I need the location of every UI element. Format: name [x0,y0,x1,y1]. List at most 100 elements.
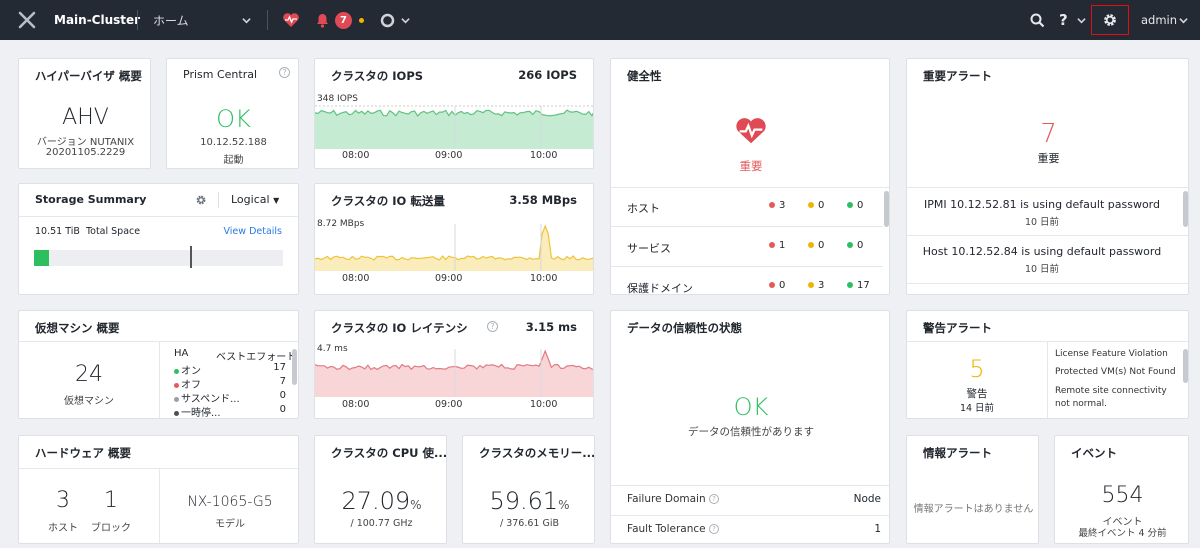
health-widget[interactable]: 健全性 重要 ホスト 3 0 0 サービス 1 0 0 保護ドメイン 0 3 1… [610,58,890,295]
health-status: 重要 [739,159,763,173]
failure-domain-value: Node [853,493,881,505]
storage-summary-widget[interactable]: Storage Summary Logical ▼ 10.51 TiB Tota… [18,183,299,295]
settings-gear-button[interactable] [1091,5,1129,35]
widget-title: 健全性 [627,69,662,83]
task-circle-icon[interactable] [380,0,395,40]
storage-threshold-marker [190,246,192,268]
chevron-down-icon[interactable] [1179,0,1188,40]
help-icon[interactable]: ? [708,494,719,504]
fault-tolerance-label: Fault Tolerance ? [627,523,719,535]
cluster-name[interactable]: Main-Cluster [54,0,140,40]
cluster-cpu-widget[interactable]: クラスタの CPU 使... 27.09% / 100.77 GHz [314,435,447,544]
vm-col-best-effort: ベストエフォート [216,352,297,363]
widget-title: Storage Summary [35,193,147,206]
time-tick: 09:00 [435,399,463,410]
widget-title: ハードウェア 概要 [35,446,132,460]
critical-alert-item[interactable]: Host 10.12.52.84 is using default passwo… [907,245,1177,275]
user-menu[interactable]: admin [1141,0,1177,40]
help-icon[interactable]: ? [1059,0,1068,40]
chevron-down-icon[interactable] [242,0,251,40]
model-label: モデル [215,519,245,530]
storage-usage-bar [34,246,283,268]
widget-title: 仮想マシン 概要 [35,321,120,335]
cluster-memory-widget[interactable]: クラスタのメモリー... 59.61% / 376.61 GiB [462,435,595,544]
red-dot-icon [174,382,179,388]
critical-label: 重要 [1037,152,1060,165]
bell-icon[interactable] [316,0,329,40]
warning-alerts-widget[interactable]: 警告アラート 5 警告 14 日前 License Feature Violat… [906,310,1189,419]
widget-title: ハイパーバイザ 概要 [35,69,142,83]
close-icon[interactable] [18,0,36,40]
info-alerts-widget[interactable]: 情報アラート 情報アラートはありません [906,435,1039,544]
critical-alert-item[interactable]: IPMI 10.12.52.81 is using default passwo… [907,198,1177,228]
warning-alert-item[interactable]: License Feature Violation [1055,349,1168,359]
prism-ip: 10.12.52.188 [200,137,267,148]
green-dot-icon [847,202,853,208]
storage-mode-select[interactable]: Logical ▼ [231,193,279,206]
events-widget[interactable]: イベント 554 イベント 最終イベント 4 分前 [1054,435,1189,544]
gear-icon[interactable] [195,194,207,206]
warning-time: 14 日前 [959,403,995,414]
yellow-dot-icon [808,202,814,208]
time-tick: 08:00 [342,273,370,284]
time-tick: 08:00 [342,150,370,161]
data-resiliency-widget[interactable]: データの信頼性の状態 OK データの信頼性があります Failure Domai… [610,310,890,544]
scrollbar[interactable] [884,191,889,227]
help-icon[interactable]: ? [708,524,719,534]
widget-title: クラスタの IO 転送量 [331,194,445,208]
grey-dot-icon [174,396,179,402]
chevron-down-icon[interactable] [1077,0,1086,40]
yellow-dot-icon [808,242,814,248]
event-last-time: 最終イベント 4 分前 [1078,528,1167,539]
health-heart-icon[interactable] [282,0,300,40]
latency-value: 3.15 ms [525,320,577,334]
widget-title: クラスタの IOPS [331,69,424,83]
memory-capacity: / 376.61 GiB [500,518,559,529]
help-icon[interactable]: ? [279,67,290,78]
failure-domain-label: Failure Domain ? [627,493,719,505]
health-row-service[interactable]: サービス 1 0 0 [611,227,883,267]
warning-label: 警告 [966,388,988,400]
critical-alerts-widget[interactable]: 重要アラート 7 重要 IPMI 10.12.52.81 is using de… [906,58,1189,295]
warning-count: 5 [969,355,985,383]
chevron-down-icon[interactable] [401,0,410,40]
dark-dot-icon [174,410,179,416]
red-dot-icon [769,282,775,288]
scrollbar[interactable] [1183,349,1188,383]
scrollbar[interactable] [292,349,297,385]
storage-total: 10.51 TiB Total Space [35,226,141,237]
view-details-link[interactable]: View Details [224,226,283,237]
storage-usage-fill [34,250,49,266]
cluster-io-bandwidth-widget[interactable]: クラスタの IO 転送量 3.58 MBps 8.72 MBps 08:00 0… [314,183,594,295]
nav-home[interactable]: ホーム [153,0,189,40]
vm-state-row: サスペンド... 0 [174,390,286,405]
widget-title: 重要アラート [923,69,992,83]
health-heart-icon [735,117,767,145]
widget-title: クラスタのメモリー... [479,446,595,460]
time-tick: 10:00 [530,150,558,161]
warning-dot-icon [359,0,364,40]
widget-title: Prism Central [183,68,258,81]
health-row-protection-domain[interactable]: 保護ドメイン 0 3 17 [611,267,883,294]
widget-title: イベント [1071,446,1117,460]
cluster-iops-widget[interactable]: クラスタの IOPS 266 IOPS 348 IOPS 08:00 09:00… [314,58,594,169]
scrollbar[interactable] [1183,191,1188,227]
cluster-io-latency-widget[interactable]: クラスタの IO レイテンシ ? 3.15 ms 4.7 ms 08:00 09… [314,310,594,419]
widget-title: データの信頼性の状態 [627,321,742,335]
top-bar: Main-Cluster ホーム 7 ? admin [0,0,1200,40]
alert-count-badge[interactable]: 7 [335,0,352,40]
health-row-host[interactable]: ホスト 3 0 0 [611,187,883,227]
prism-state: 起動 [223,155,244,166]
vm-state-row: オフ 7 [174,376,286,391]
vm-summary-widget[interactable]: 仮想マシン 概要 24 仮想マシン HA ベストエフォート オン 17 オフ 7 サ… [18,310,299,419]
hardware-summary-widget[interactable]: ハードウェア 概要 3 ホスト 1 ブロック NX-1065-G5 モデル [18,435,299,544]
prism-central-widget[interactable]: Prism Central ? OK 10.12.52.188 起動 [166,58,299,169]
warning-alert-item[interactable]: Protected VM(s) Not Found [1055,367,1176,377]
hypervisor-version: 20201105.2229 [45,147,126,158]
warning-alert-item[interactable]: Remote site connectivity not normal. [1055,385,1180,411]
cpu-capacity: / 100.77 GHz [350,518,413,529]
prism-status: OK [216,105,251,133]
search-icon[interactable] [1030,0,1045,40]
help-icon[interactable]: ? [487,321,498,332]
hypervisor-widget[interactable]: ハイパーバイザ 概要 AHV バージョン NUTANIX 20201105.22… [18,58,151,169]
